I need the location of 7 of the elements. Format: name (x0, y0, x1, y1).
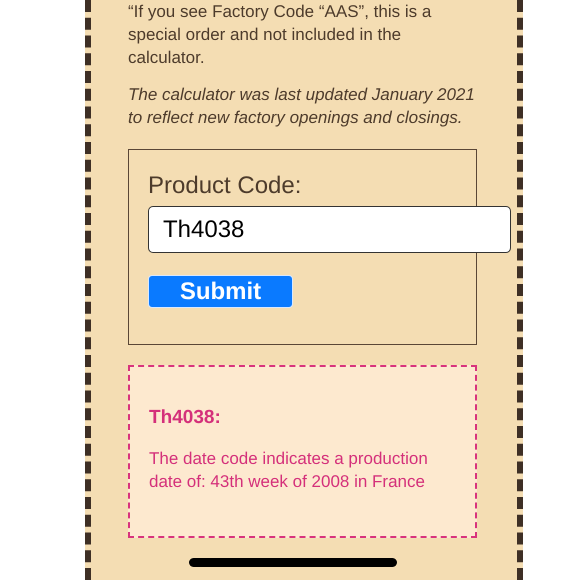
submit-button[interactable]: Submit (148, 275, 293, 308)
field-label: Product Code: (148, 172, 302, 200)
info-paragraph: “If you see Factory Code “AAS”, this is a special order and not included in the calculator. (128, 1, 432, 69)
product-code-field[interactable]: Th4038 (148, 206, 511, 253)
info-paragraph: The calculator was last updated January 2021 to reflect new factory openings and closings. (128, 84, 476, 129)
result-code: Th4038: (149, 407, 222, 429)
result-message: The date code indicates a production date of: 43th week of 2008 in France (149, 448, 429, 493)
